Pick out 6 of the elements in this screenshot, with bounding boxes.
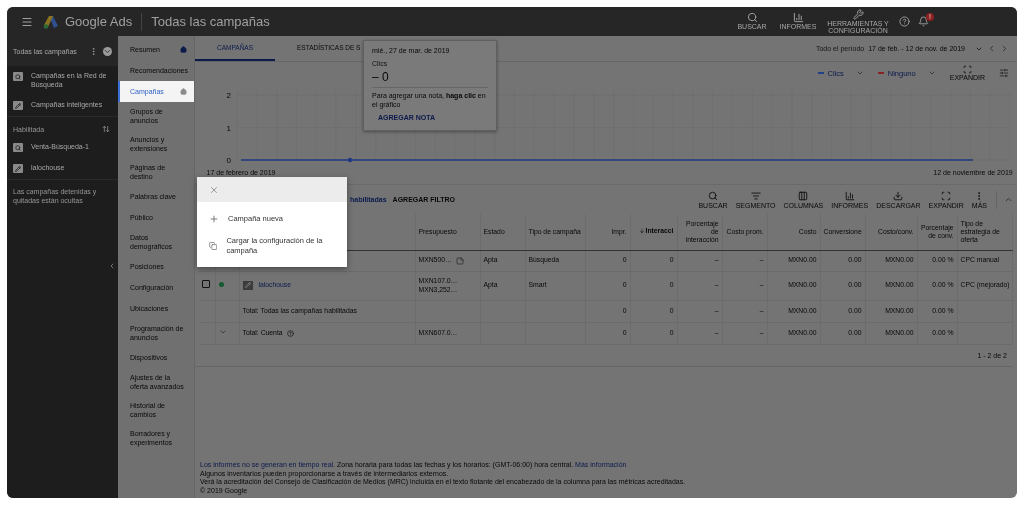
page-title: Todas las campañas <box>151 14 270 29</box>
app-title: Google Ads <box>65 14 133 29</box>
y-tick-label: 1 <box>226 123 231 133</box>
y-tick-label: 0 <box>226 156 231 165</box>
tooltip-value: – 0 <box>372 70 488 88</box>
y-tick-label: 2 <box>226 91 231 100</box>
